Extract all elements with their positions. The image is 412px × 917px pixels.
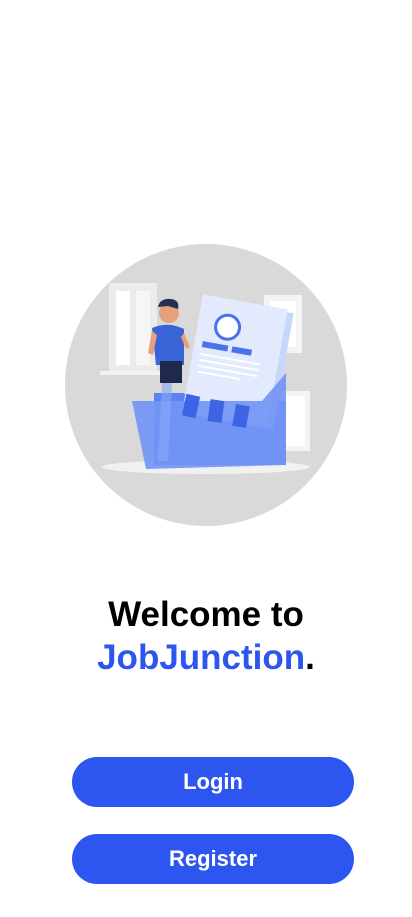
heading-period: . [305,638,315,677]
register-button[interactable]: Register [72,834,354,884]
welcome-heading: Welcome to [0,593,412,636]
brand-name: JobJunction [97,638,306,677]
job-search-illustration [64,243,348,527]
login-button[interactable]: Login [72,757,354,807]
app-name-heading: JobJunction. [0,636,412,679]
welcome-text: Welcome to [108,595,304,634]
